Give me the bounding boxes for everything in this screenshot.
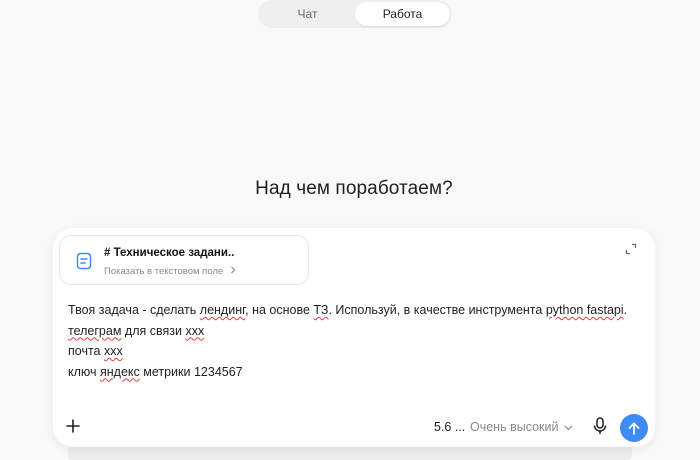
chevron-down-icon [565, 425, 573, 431]
attachment-card[interactable]: # Техническое задани.. Показать в тексто… [59, 235, 309, 285]
tab-chat[interactable]: Чат [260, 2, 355, 26]
expand-icon[interactable] [625, 243, 637, 255]
model-selector[interactable]: 5.6 ... [434, 420, 465, 434]
tab-work[interactable]: Работа [355, 2, 450, 26]
prompt-text: . Используй, в качестве инструмента [328, 303, 546, 317]
prompt-text: ТЗ [313, 303, 329, 317]
prompt-line: Твоя задача - сделать лендинг, на основе… [68, 300, 643, 321]
prompt-text: ключ [68, 364, 100, 379]
page-headline: Над чем поработаем? [255, 178, 453, 199]
add-attachment-button[interactable] [65, 418, 81, 434]
prompt-input[interactable]: Твоя задача - сделать лендинг, на основе… [68, 300, 643, 382]
prompt-line: телеграм для связи xxx [68, 321, 643, 342]
attachment-subtitle: Показать в текстовом поле [104, 266, 224, 277]
attachment-show-link[interactable]: Показать в текстовом поле [104, 266, 236, 277]
microphone-icon[interactable] [593, 417, 607, 435]
attachment-title: # Техническое задани.. [104, 247, 235, 259]
prompt-text: , на основе [245, 303, 314, 317]
prompt-composer: # Техническое задани.. Показать в тексто… [53, 228, 655, 447]
send-button[interactable] [620, 414, 648, 442]
mode-switch: Чат Работа [258, 0, 452, 28]
effort-value: Очень высокий [470, 420, 559, 434]
document-icon [76, 252, 92, 270]
prompt-text: python fastapi [545, 303, 624, 317]
prompt-text: почта [68, 344, 104, 358]
prompt-text: лендинг [199, 303, 246, 317]
prompt-line: почта xxx [68, 341, 643, 362]
prompt-text: метрики 1234567 [139, 364, 243, 379]
arrow-up-icon [628, 422, 640, 435]
prompt-text: для связи [121, 323, 186, 338]
chevron-right-icon [230, 266, 236, 274]
prompt-text: xxx [185, 323, 205, 338]
prompt-line: ключ яндекс метрики 1234567 [68, 362, 643, 383]
prompt-text: xxx [103, 344, 123, 358]
prompt-text: телеграм [68, 323, 122, 338]
effort-dropdown[interactable]: Очень высокий [470, 420, 573, 434]
prompt-text: . [623, 303, 628, 317]
prompt-text: яндекс [100, 364, 140, 379]
prompt-text: Твоя задача - сделать [68, 303, 200, 317]
